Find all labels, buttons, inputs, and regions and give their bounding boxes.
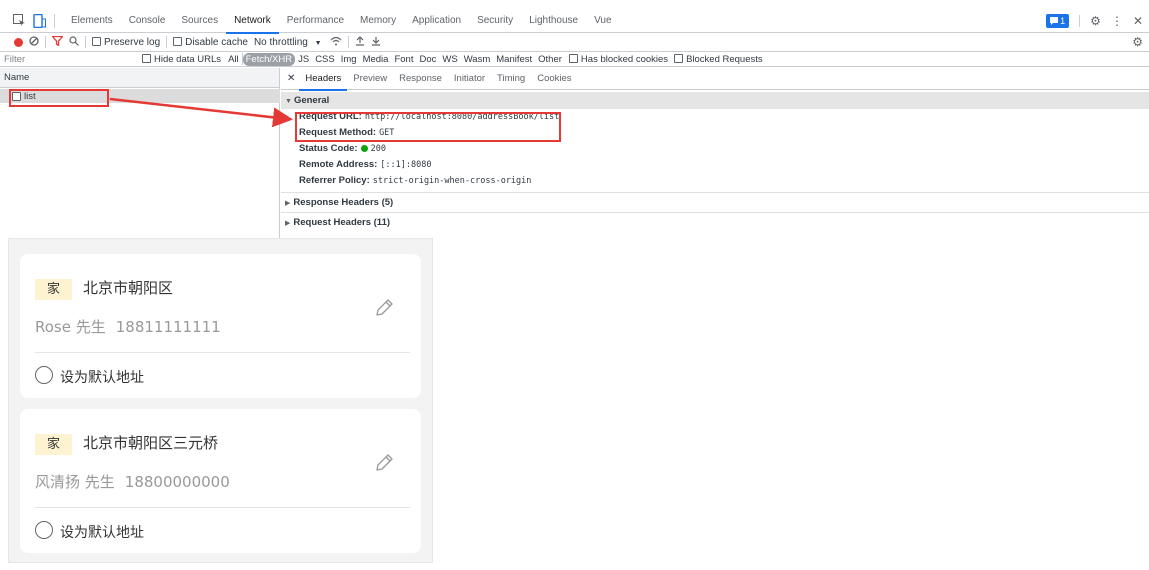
edit-pencil-icon[interactable]	[373, 297, 395, 319]
devtools-panel: Elements Console Sources Network Perform…	[0, 0, 1149, 238]
contact-info: Rose 先生 18811111111	[35, 316, 221, 337]
contact-name: Rose 先生	[35, 318, 106, 336]
address-card[interactable]: 家 北京市朝阳区 Rose 先生 18811111111 设为默认地址	[20, 254, 421, 398]
default-address-radio[interactable]	[35, 366, 53, 384]
default-address-radio[interactable]	[35, 521, 53, 539]
contact-phone: 18800000000	[124, 473, 230, 491]
address-text: 北京市朝阳区三元桥	[83, 434, 219, 452]
annotation-arrow-icon	[109, 97, 293, 128]
contact-phone: 18811111111	[115, 318, 221, 336]
contact-name: 风清扬 先生	[35, 473, 115, 491]
default-address-label[interactable]: 设为默认地址	[60, 522, 144, 542]
address-card[interactable]: 家 北京市朝阳区三元桥 风清扬 先生 18800000000 设为默认地址	[20, 409, 421, 553]
contact-info: 风清扬 先生 18800000000	[35, 471, 230, 492]
address-tag: 家	[35, 279, 72, 300]
address-text: 北京市朝阳区	[83, 279, 174, 297]
default-address-label[interactable]: 设为默认地址	[60, 367, 144, 387]
address-list-screen: 家 北京市朝阳区 Rose 先生 18811111111 设为默认地址 家 北京市…	[8, 238, 433, 563]
card-divider	[35, 507, 410, 508]
address-tag: 家	[35, 434, 72, 455]
card-divider	[35, 352, 410, 353]
edit-pencil-icon[interactable]	[373, 452, 395, 474]
